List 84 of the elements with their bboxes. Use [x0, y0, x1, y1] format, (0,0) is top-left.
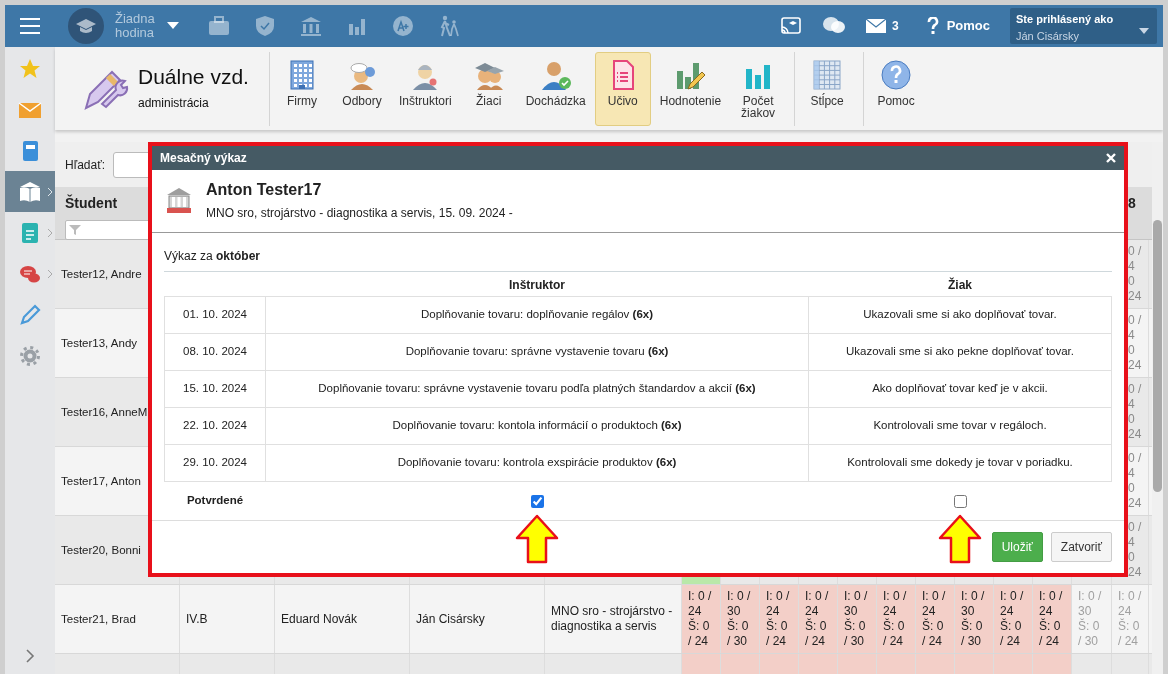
column-header: Študent — [65, 193, 119, 213]
expand-chevron-icon[interactable] — [25, 648, 35, 664]
column-header: 8 — [1127, 194, 1137, 213]
report-period: Výkaz za október — [164, 243, 1112, 272]
close-icon[interactable] — [1106, 153, 1116, 163]
table-cell: 15. 10. 2024 — [164, 370, 266, 408]
toolbar-button[interactable]: Dochádzka — [520, 51, 591, 126]
table-cell: Ukazovali sme si ako pekne doplňovať tovar. — [808, 333, 1112, 371]
column-header: Žiak — [948, 278, 972, 292]
table-cell: Eduard Novák — [275, 585, 410, 653]
chevron-icon — [47, 228, 53, 238]
module-subtitle: administrácia — [138, 95, 210, 113]
table-cell: Ako doplňovať tovar keď je v akcii. — [808, 370, 1112, 408]
period-cell: I: 0 / 30 Š: 0 / 30 — [1072, 585, 1112, 653]
user-menu[interactable]: Ste prihlásený ako Ján Cisársky — [1010, 8, 1157, 44]
chevron-icon — [47, 187, 53, 197]
caret-icon[interactable] — [167, 22, 179, 30]
period-cell: I: 0 / 24 Š: 0 / 24 — [877, 585, 916, 653]
toolbar-button[interactable]: Hodnotenie — [654, 51, 727, 126]
book-icon — [18, 179, 42, 204]
table-cell: Kontrolovali sme dokedy je tovar v poriadku. — [808, 444, 1112, 482]
question-icon — [926, 17, 939, 35]
toolbar-button[interactable]: Učivo — [594, 51, 651, 126]
help-icon — [880, 58, 913, 91]
period-cell: I: 0 / 24 Š: 0 / 24 — [994, 585, 1033, 653]
period-cell: I: 0 / 24 Š: 0 / 24 — [760, 585, 799, 653]
cast-icon[interactable] — [779, 16, 802, 36]
toolbar-button[interactable]: Žiaci — [460, 51, 517, 126]
close-button[interactable]: Zatvoriť — [1050, 532, 1112, 562]
table-cell: 22. 10. 2024 — [164, 407, 266, 445]
period-cell: I: 0 / 24 Š: 0 / 24 — [1033, 585, 1072, 653]
arrow-icon — [515, 514, 559, 564]
table-cell: Ukazovali sme si ako doplňovať tovar. — [808, 296, 1112, 334]
table-grid-icon — [811, 58, 844, 91]
toolbar-button[interactable]: Firmy — [274, 51, 330, 126]
filter-icon — [69, 224, 81, 236]
student-name: Anton Tester17 — [206, 180, 323, 200]
menu-icon[interactable] — [19, 17, 41, 35]
period-cell: I: 0 / 24 Š: 0 / 24 — [916, 585, 955, 653]
pen-icon — [18, 302, 42, 327]
table-cell: 29. 10. 2024 — [164, 444, 266, 482]
period-cell: I: 0 / 24 Š: 0 / 24 — [1112, 585, 1149, 653]
bank-icon — [164, 185, 194, 215]
table-cell: Ján Cisársky — [410, 585, 545, 653]
envelope-icon — [865, 19, 886, 33]
toolbar-button[interactable]: Pomoc — [868, 51, 925, 126]
period-cell: I: 0 / 30 Š: 0 / 30 — [721, 585, 760, 653]
period-cell: I: 0 / 30 Š: 0 / 30 — [955, 585, 994, 653]
settings-icon — [18, 343, 42, 368]
period-cell: I: 0 / 24 Š: 0 / 24 — [799, 585, 838, 653]
graduation-cap-icon[interactable] — [68, 8, 104, 44]
table-cell: Doplňovanie tovaru: kontola informácií o produktoch (6x) — [265, 407, 809, 445]
toolbar-button[interactable]: Počet žiakov — [730, 51, 787, 126]
help-link[interactable]: Pomoc — [926, 16, 990, 36]
grade-icon[interactable] — [391, 14, 415, 38]
chevron-icon — [47, 269, 53, 279]
checkbox[interactable] — [530, 494, 544, 508]
module-title: Duálne vzd. — [138, 64, 249, 89]
dialog-title: Mesačný výkaz — [160, 150, 247, 167]
shield-icon[interactable] — [253, 14, 277, 38]
period-cell: I: 0 / 30 Š: 0 / 30 — [838, 585, 877, 653]
messages-button[interactable]: 3 — [865, 17, 899, 35]
table-cell: 01. 10. 2024 — [164, 296, 266, 334]
student-details: MNO sro, strojárstvo - diagnostika a servis, 15. 09. 2024 - — [206, 205, 513, 222]
table-cell: Doplňovanie tovaru: správne vystavenie tovaru podľa platných štandardov a akcií (6x) — [265, 370, 809, 408]
arrow-icon — [938, 514, 982, 564]
table-cell: 08. 10. 2024 — [164, 333, 266, 371]
toolbar-button[interactable]: Inštruktori — [394, 51, 457, 126]
toolbar-button[interactable]: Stĺpce — [799, 51, 856, 126]
table-cell: Tester21, Brad — [55, 585, 180, 653]
search-label: Hľadať: — [65, 156, 106, 174]
period-cell: I: 0 / 24 Š: 0 / 24 — [682, 585, 721, 653]
checkbox[interactable] — [953, 494, 967, 508]
briefcase-icon[interactable] — [207, 14, 231, 38]
sidebar-item[interactable] — [5, 171, 55, 212]
table-cell: Doplňovanie tovaru: doplňovanie regálov (6x) — [265, 296, 809, 334]
table-cell: Doplňovanie tovaru: správne vystavenie tovaru (6x) — [265, 333, 809, 371]
toolbar-button[interactable]: Odbory — [334, 51, 390, 126]
column-header: Inštruktor — [509, 278, 565, 292]
table-cell: IV.B — [180, 585, 275, 653]
table-cell: Kontrolovali sme tovar v regáloch. — [808, 407, 1112, 445]
table-cell: Doplňovanie tovaru: kontrola exspirácie produktov (6x) — [265, 444, 809, 482]
caret-icon — [1139, 28, 1149, 34]
bank-icon[interactable] — [299, 14, 323, 38]
